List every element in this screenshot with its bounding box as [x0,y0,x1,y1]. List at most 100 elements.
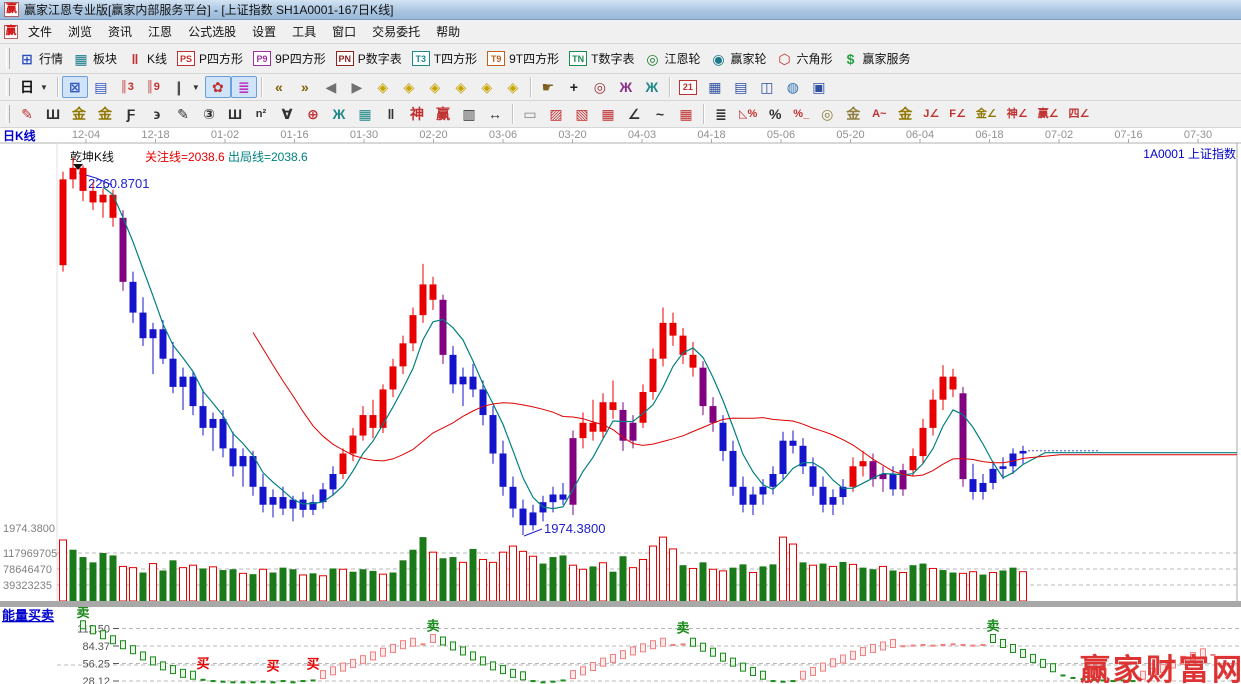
gann-flower-purple-button[interactable]: Ж [613,76,639,98]
pattern-marker-button[interactable]: ✿ [205,76,231,98]
price-ladder-button[interactable]: ≣ [708,103,734,125]
shen-grid-button[interactable]: 神 [404,103,430,125]
data-panel-button[interactable]: ▤ [88,76,114,98]
toolbar-grip[interactable] [6,48,10,68]
dense-grid-button[interactable]: Ш [222,103,248,125]
color-histogram-button[interactable]: ≣ [231,76,257,98]
calculator-tool-button[interactable]: ▦ [702,76,728,98]
expand-horizontal-button[interactable]: ◈ [422,76,448,98]
angle-shen-button[interactable]: 神∠ [1002,103,1033,125]
gold-level-button[interactable]: 金 [840,103,866,125]
quote-marks-button[interactable]: ‖ [378,103,404,125]
toolbar-grip[interactable] [6,105,10,123]
spider-web-button[interactable]: Ж [326,103,352,125]
fib-grid-button[interactable]: Ƒ [118,103,144,125]
gold-grid-b-button[interactable]: 金 [92,103,118,125]
9p-square-button[interactable]: P99P四方形 [248,47,331,70]
menu-2[interactable]: 资讯 [100,20,140,43]
chart-canvas[interactable]: 12-0412-1801-0201-1601-3002-2003-0603-20… [0,128,1241,684]
9t-square-button[interactable]: T99T四方形 [482,47,564,70]
mirror-flip-button[interactable]: ∀ [274,103,300,125]
angle-gold-button[interactable]: 金∠ [971,103,1002,125]
percent-line-button[interactable]: %_ [788,103,814,125]
zoom-in-chart-button[interactable]: ◈ [448,76,474,98]
red-grid-button[interactable]: ▦ [673,103,699,125]
angle-rays-button[interactable]: ∠ [621,103,647,125]
three-bar-tool-button[interactable]: ║3 [114,76,140,98]
compress-left-button[interactable]: ◈ [370,76,396,98]
crosshair-cursor-button[interactable]: + [561,76,587,98]
menu-5[interactable]: 设置 [244,20,284,43]
compress-right-button[interactable]: ◈ [396,76,422,98]
gann-flower-teal-button[interactable]: Ж [639,76,665,98]
hatch-box-button[interactable]: ▦ [595,103,621,125]
child-window-icon[interactable]: 赢 [4,25,18,39]
period-day-selector-button[interactable]: 日▼ [14,76,53,98]
single-candle-tool-button[interactable]: ❙▼ [166,76,205,98]
width-arrows-button[interactable]: ↔ [482,103,508,125]
angle-ying-button[interactable]: 赢∠ [1033,103,1064,125]
rect-select-button[interactable]: ▭ [517,103,543,125]
p-number-table-button[interactable]: PNP数字表 [331,47,407,70]
menu-1[interactable]: 浏览 [60,20,100,43]
fan-lines-button[interactable]: ▨ [543,103,569,125]
calendar-tool-button[interactable]: 21 [674,77,702,98]
angle-j-button[interactable]: J∠ [918,103,944,125]
toolbar-grip[interactable] [6,78,10,96]
menu-3[interactable]: 江恩 [140,20,180,43]
quotes-button[interactable]: ⊞行情 [14,47,68,70]
first-page-button[interactable]: « [266,76,292,98]
menu-4[interactable]: 公式选股 [180,20,244,43]
pencil-measure-button[interactable]: ✎ [170,103,196,125]
last-page-button[interactable]: » [292,76,318,98]
gold-circle-button[interactable]: ◎ [814,103,840,125]
pencil-draw-button[interactable]: ✎ [14,103,40,125]
zoom-out-chart-button[interactable]: ◈ [474,76,500,98]
angle-si-button[interactable]: 四∠ [1063,103,1094,125]
angle-f-button[interactable]: F∠ [944,103,971,125]
boxed-web-button[interactable]: ▦ [352,103,378,125]
chart-area[interactable]: 12-0412-1801-0201-1601-3002-2003-0603-20… [0,128,1241,684]
percent-plain-button[interactable]: % [762,103,788,125]
winner-service-button[interactable]: $赢家服务 [838,47,916,70]
t-square-button[interactable]: T3T四方形 [407,47,482,70]
gann-wheel-button[interactable]: ◎江恩轮 [639,47,705,70]
menu-0[interactable]: 文件 [20,20,60,43]
percent-triangle-button[interactable]: ◺% [734,103,762,125]
memo-pad-button[interactable]: ▤ [728,76,754,98]
pan-hand-button[interactable]: ☛ [535,76,561,98]
t-number-table-button[interactable]: TNT数字表 [564,47,639,70]
boxed-fan-button[interactable]: ▧ [569,103,595,125]
hexagon-button[interactable]: ⬡六角形 [772,47,838,70]
gann-chart-toggle-button[interactable]: ⊠ [62,76,88,98]
gold-underline-button[interactable]: 金 [892,103,918,125]
prev-bar-button[interactable]: ◀ [318,76,344,98]
wave-ruler-button[interactable]: A~ [866,103,892,125]
menu-6[interactable]: 工具 [284,20,324,43]
ying-grid-button[interactable]: 赢 [430,103,456,125]
gann-circle-target-button[interactable]: ⊕ [300,103,326,125]
network-globe-button[interactable]: ◍ [780,76,806,98]
next-bar-button[interactable]: ▶ [344,76,370,98]
p-square-button[interactable]: PSP四方形 [172,47,248,70]
panel-splitter[interactable] [0,601,1241,607]
workstation-button[interactable]: ▣ [806,76,832,98]
price-grid-button[interactable]: Ш [40,103,66,125]
spiral-tool-button[interactable]: ϶ [144,103,170,125]
magnifier-button[interactable]: ◎ [587,76,613,98]
save-layout-button[interactable]: ◫ [754,76,780,98]
price-panel[interactable]: 1A0001 上证指数乾坤K线关注线=2038.6出局线=2038.62260.… [3,143,1237,601]
kline-button[interactable]: ‖K线 [122,47,172,70]
menu-7[interactable]: 窗口 [324,20,364,43]
restore-scale-button[interactable]: ◈ [500,76,526,98]
square-of-nine-button[interactable]: n² [248,103,274,125]
menu-9[interactable]: 帮助 [428,20,468,43]
sectors-button[interactable]: ▦板块 [68,47,122,70]
gold-grid-a-button[interactable]: 金 [66,103,92,125]
zigzag-wave-button[interactable]: ~ [647,103,673,125]
indicator-panel[interactable]: 能量买卖112.5084.3756.2528.12卖买买买卖卖卖赢家财富网 [2,605,1241,684]
menu-8[interactable]: 交易委托 [364,20,428,43]
ruler-scale-button[interactable]: ▥ [456,103,482,125]
winner-wheel-button[interactable]: ◉赢家轮 [705,47,771,70]
circle-cycle-button[interactable]: ③ [196,103,222,125]
